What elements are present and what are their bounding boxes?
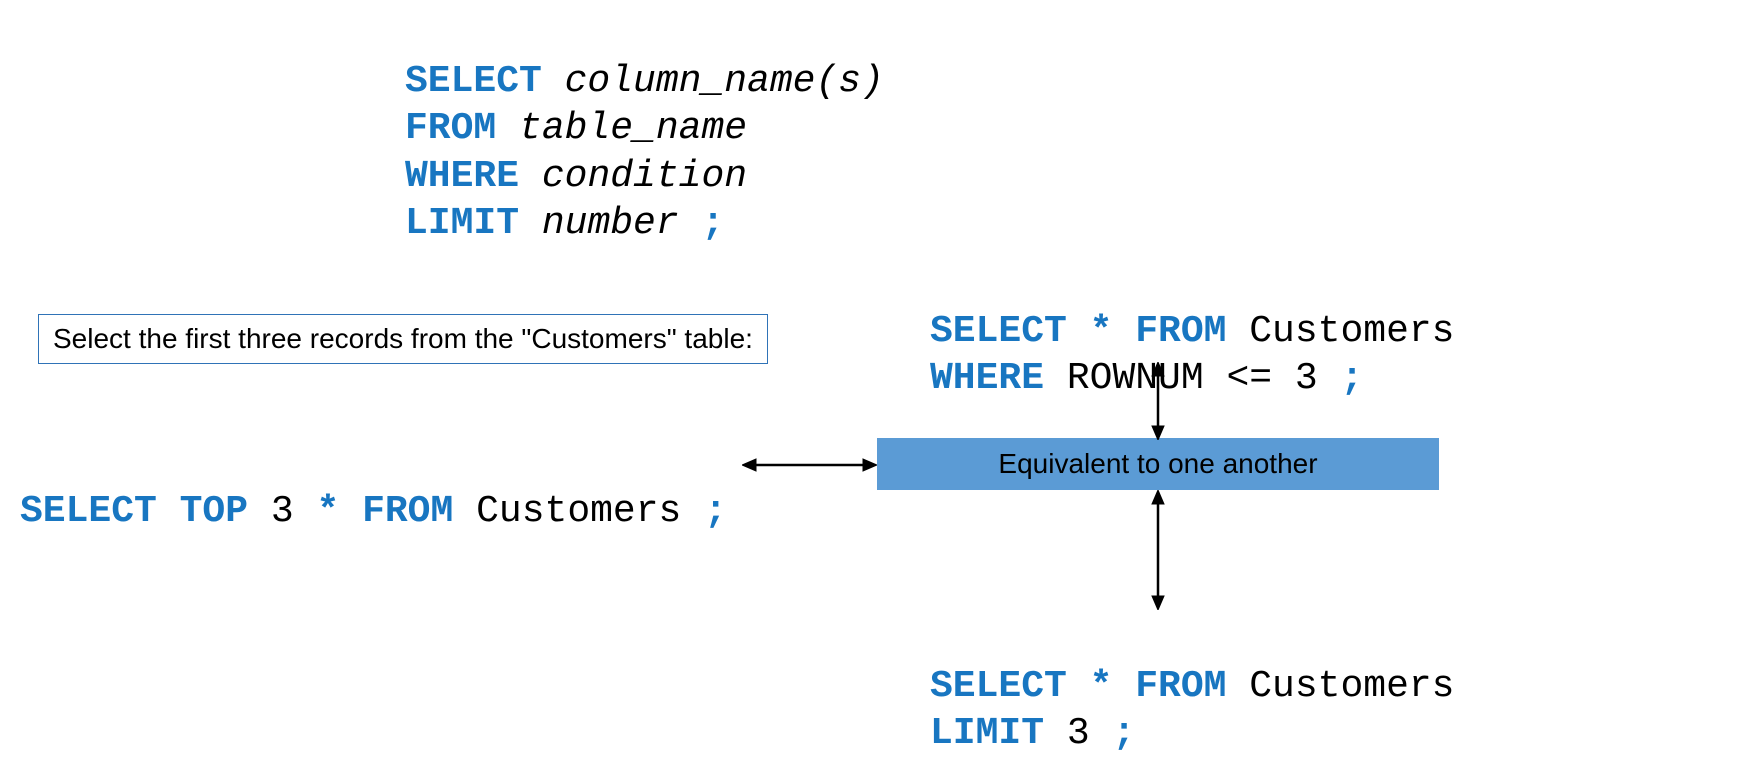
semicolon: ; [704,490,727,533]
condition-rownum: ROWNUM <= 3 [1044,357,1340,400]
placeholder-number: number [519,202,701,245]
literal-3: 3 [248,490,316,533]
arrow-bottom-icon [1143,490,1173,610]
sql-example-limit: SELECT * FROM Customers LIMIT 3 ; [930,615,1455,758]
task-description-text: Select the first three records from the … [53,323,753,354]
keyword-select: SELECT [405,60,542,103]
semicolon: ; [1340,357,1363,400]
table-customers: Customers [453,490,704,533]
semicolon: ; [1112,712,1135,755]
keyword-limit: LIMIT [405,202,519,245]
keyword-star-from: * FROM [316,490,453,533]
keyword-select-top: SELECT TOP [20,490,248,533]
sql-example-rownum: SELECT * FROM Customers WHERE ROWNUM <= … [930,260,1455,403]
keyword-select-star-from: SELECT * FROM [930,665,1226,708]
sql-example-top: SELECT TOP 3 * FROM Customers ; [20,440,727,535]
table-customers: Customers [1226,665,1454,708]
keyword-from: FROM [405,107,496,150]
literal-3: 3 [1044,712,1112,755]
equivalence-box: Equivalent to one another [877,438,1439,490]
keyword-select-star-from: SELECT * FROM [930,310,1226,353]
equivalence-label: Equivalent to one another [998,448,1317,480]
keyword-limit: LIMIT [930,712,1044,755]
keyword-where: WHERE [405,155,519,198]
keyword-where: WHERE [930,357,1044,400]
arrow-top-icon [1143,362,1173,440]
table-customers: Customers [1226,310,1454,353]
placeholder-columns: column_name(s) [542,60,884,103]
placeholder-condition: condition [519,155,747,198]
semicolon: ; [701,202,724,245]
placeholder-table: table_name [496,107,747,150]
task-description-box: Select the first three records from the … [38,314,768,364]
arrow-left-icon [742,450,877,480]
sql-syntax-template: SELECT column_name(s) FROM table_name WH… [405,10,884,248]
